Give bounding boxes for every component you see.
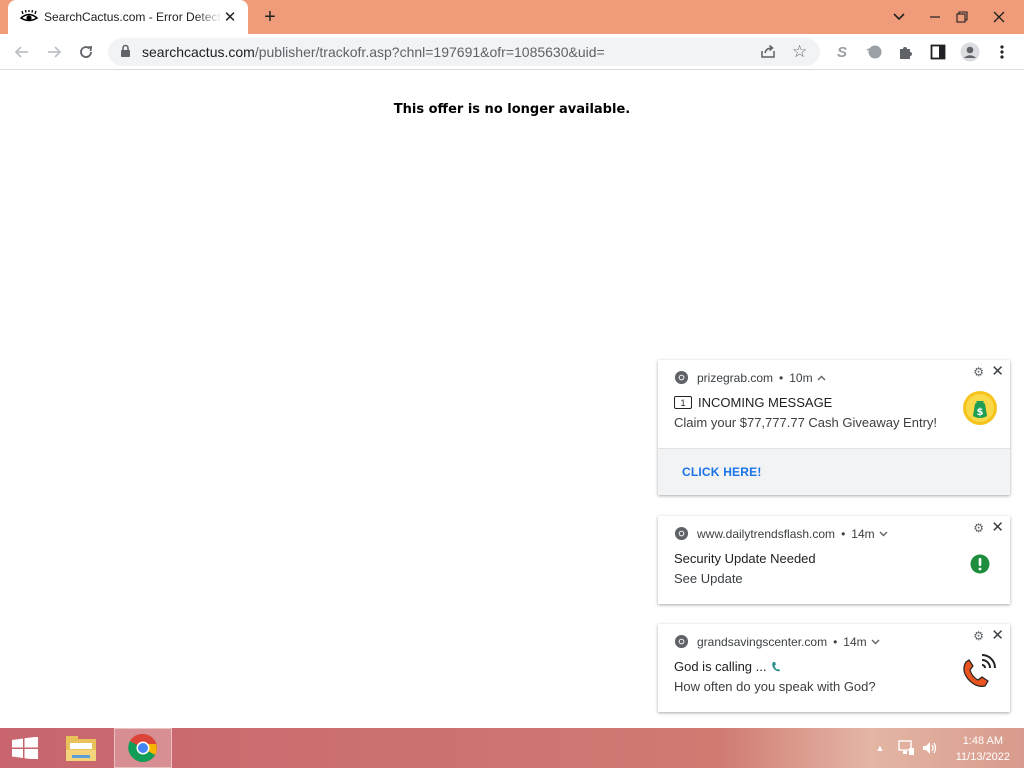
show-hidden-icons-chevron[interactable]: ▲ — [872, 728, 888, 768]
forward-icon[interactable] — [42, 40, 66, 64]
offer-unavailable-message: This offer is no longer available. — [393, 102, 631, 117]
notification-header: www.dailytrendsflash.com • 14m — [674, 526, 888, 541]
notification-grandsavingscenter[interactable]: grandsavingscenter.com • 14m ⚙ ✕ God is … — [658, 624, 1010, 712]
notification-body: See Update — [674, 571, 743, 586]
notification-age: 14m — [851, 526, 875, 541]
notification-dailytrendsflash[interactable]: www.dailytrendsflash.com • 14m ⚙ ✕ Secur… — [658, 516, 1010, 604]
url-text[interactable]: searchcactus.com/publisher/trackofr.asp?… — [142, 44, 605, 60]
separator-dot: • — [833, 634, 838, 649]
window-close-button[interactable] — [982, 0, 1016, 34]
click-here-action[interactable]: CLICK HERE! — [658, 448, 1010, 495]
notification-settings-gear-icon[interactable]: ⚙ — [973, 365, 984, 379]
notification-title: 1 INCOMING MESSAGE — [674, 395, 832, 410]
notification-title-text: God is calling ... — [674, 659, 767, 674]
notification-title: God is calling ... — [674, 659, 781, 674]
profile-avatar-icon[interactable] — [958, 40, 982, 64]
notification-title: Security Update Needed — [674, 551, 816, 566]
separator-dot: • — [841, 526, 846, 541]
notification-header: grandsavingscenter.com • 14m — [674, 634, 880, 649]
tab-title: SearchCactus.com - Error Detected — [44, 10, 222, 24]
click-here-button[interactable]: CLICK HERE! — [682, 465, 762, 479]
tab-search-chevron-icon[interactable] — [882, 0, 916, 34]
url-path: /publisher/trackofr.asp?chnl=197691&ofr=… — [254, 44, 605, 60]
extensions-puzzle-icon[interactable] — [894, 40, 918, 64]
notification-title-text: INCOMING MESSAGE — [698, 395, 833, 410]
notification-settings-gear-icon[interactable]: ⚙ — [973, 629, 984, 643]
notification-site: www.dailytrendsflash.com — [697, 526, 836, 541]
clock-date: 11/13/2022 — [955, 751, 1010, 763]
phone-ringing-icon — [958, 652, 998, 697]
start-button[interactable] — [6, 728, 44, 768]
collapse-chevron-icon[interactable] — [817, 373, 826, 383]
file-explorer-taskbar-icon[interactable] — [58, 728, 104, 768]
notification-body: How often do you speak with God? — [674, 679, 876, 694]
chrome-taskbar-icon[interactable] — [114, 728, 172, 768]
bookmark-star-icon[interactable]: ☆ — [792, 42, 807, 62]
notification-body: Claim your $77,777.77 Cash Giveaway Entr… — [674, 415, 938, 430]
chrome-small-icon — [674, 526, 689, 541]
expand-chevron-icon[interactable] — [879, 529, 888, 539]
system-clock[interactable]: 1:48 AM 11/13/2022 — [956, 733, 1010, 765]
extension-s-icon[interactable]: S — [830, 40, 854, 64]
eye-favicon-icon — [20, 8, 38, 26]
exclamation-icon — [970, 554, 990, 579]
notification-age: 14m — [843, 634, 867, 649]
notification-site: grandsavingscenter.com — [697, 634, 828, 649]
notification-close-icon[interactable]: ✕ — [991, 362, 1004, 380]
chrome-logo-icon — [128, 733, 157, 762]
share-icon[interactable] — [760, 43, 776, 64]
expand-chevron-icon[interactable] — [871, 637, 880, 647]
windows-logo-icon — [12, 737, 38, 759]
separator-dot: • — [779, 370, 784, 385]
chrome-small-icon — [674, 634, 689, 649]
url-host: searchcactus.com — [142, 44, 255, 60]
clock-time: 1:48 AM — [962, 735, 1004, 747]
tab-strip: SearchCactus.com - Error Detected ✕ + — [0, 0, 1024, 34]
chrome-small-icon — [674, 370, 689, 385]
windows-taskbar: ▲ 1:48 AM 11/13/2022 — [0, 728, 1024, 768]
extension-globe-icon[interactable] — [862, 40, 886, 64]
tab-close-icon[interactable]: ✕ — [222, 9, 238, 26]
notification-close-icon[interactable]: ✕ — [991, 518, 1004, 536]
network-icon[interactable] — [896, 728, 916, 768]
volume-icon[interactable] — [920, 728, 940, 768]
notification-site: prizegrab.com — [697, 370, 774, 385]
money-bag-icon: $ — [962, 390, 998, 431]
restore-button[interactable] — [945, 0, 979, 34]
pager-badge-icon: 1 — [674, 396, 692, 409]
notification-header: prizegrab.com • 10m — [674, 370, 826, 385]
svg-text:$: $ — [977, 407, 984, 418]
browser-tab[interactable]: SearchCactus.com - Error Detected ✕ — [8, 0, 248, 34]
lock-icon[interactable] — [120, 44, 131, 63]
notification-close-icon[interactable]: ✕ — [991, 626, 1004, 644]
small-phone-icon — [771, 661, 780, 671]
side-panel-icon[interactable] — [926, 40, 950, 64]
notification-settings-gear-icon[interactable]: ⚙ — [973, 521, 984, 535]
browser-toolbar: searchcactus.com/publisher/trackofr.asp?… — [0, 34, 1024, 70]
new-tab-button[interactable]: + — [258, 6, 282, 28]
menu-kebab-icon[interactable] — [990, 40, 1014, 64]
notification-age: 10m — [789, 370, 813, 385]
address-bar[interactable]: searchcactus.com/publisher/trackofr.asp?… — [108, 38, 820, 66]
back-icon[interactable] — [10, 40, 34, 64]
notification-prizegrab[interactable]: prizegrab.com • 10m ⚙ ✕ 1 INCOMING MESSA… — [658, 360, 1010, 495]
reload-icon[interactable] — [74, 40, 98, 64]
